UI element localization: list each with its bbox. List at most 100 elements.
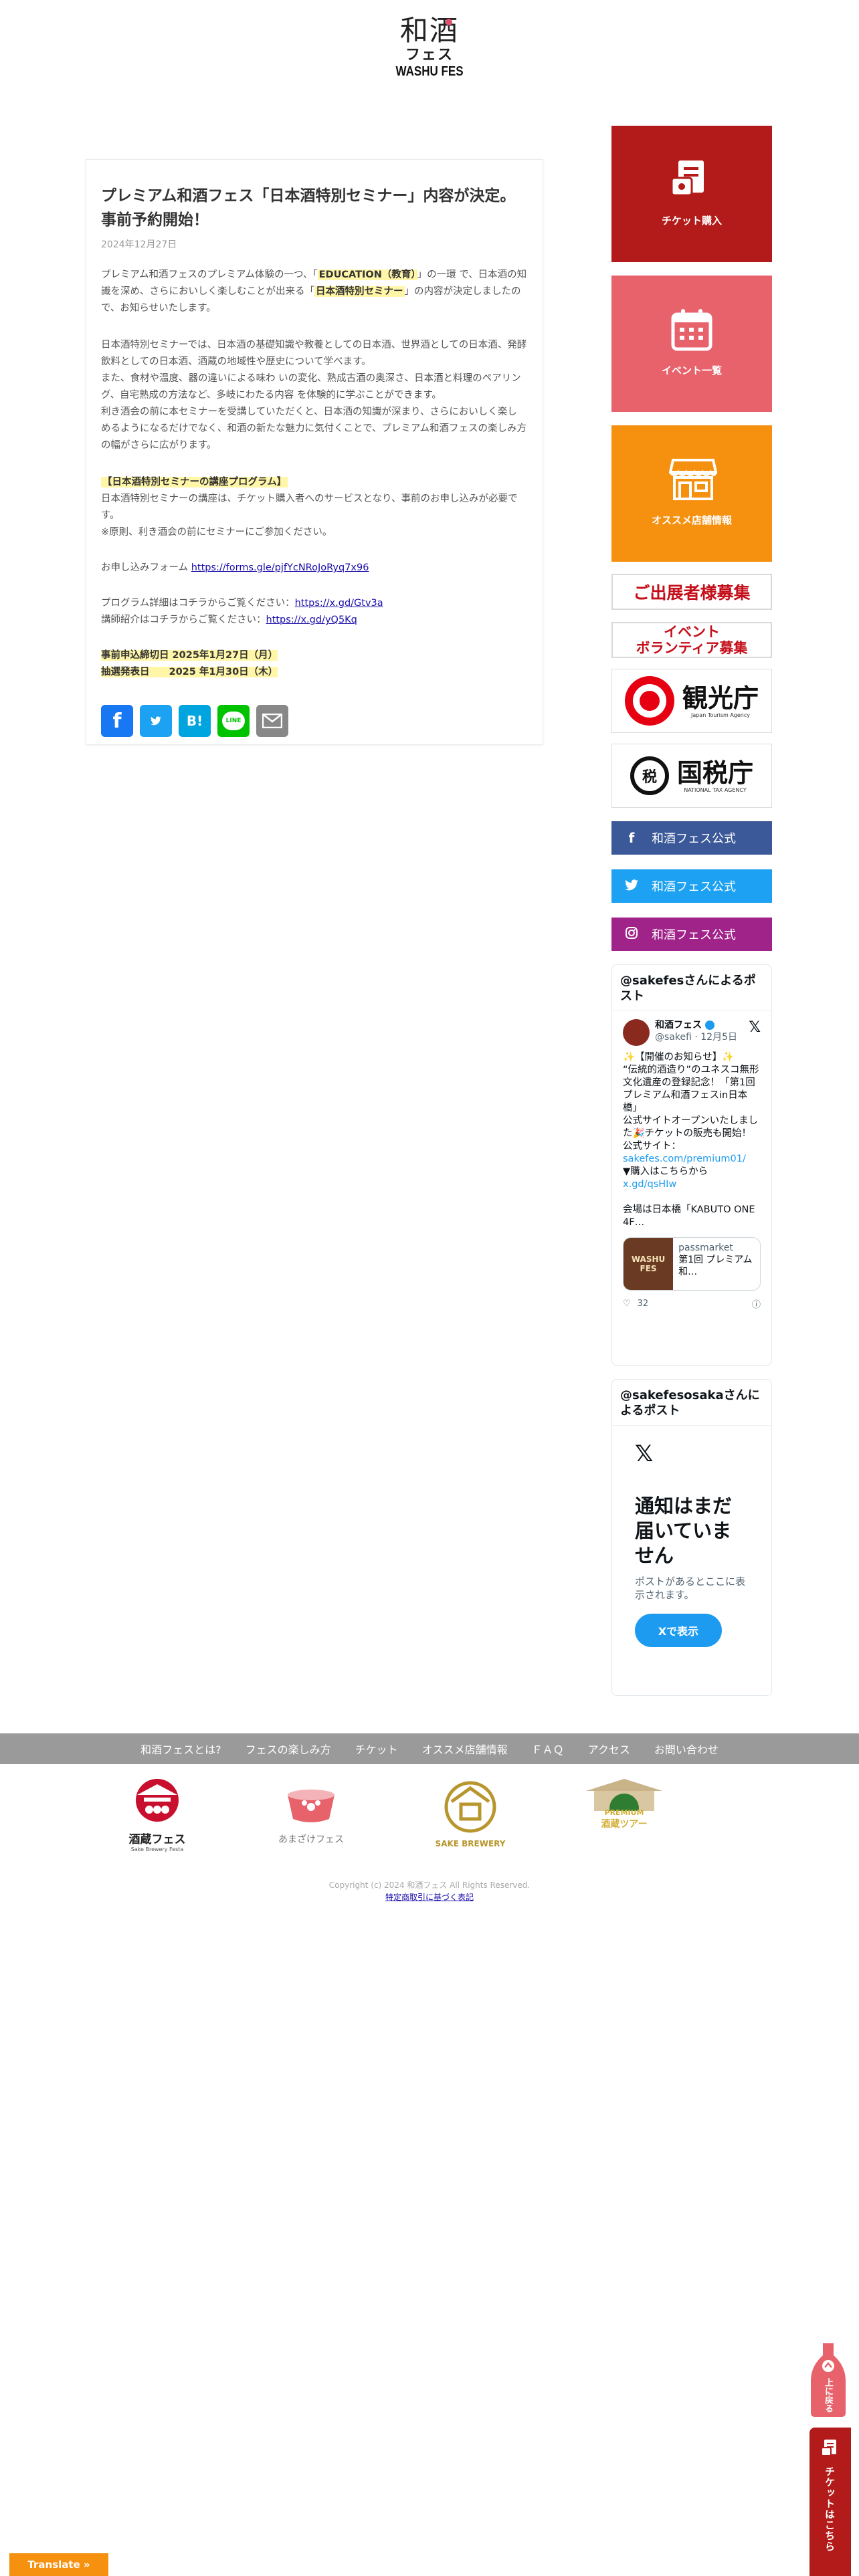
like-count: 32: [637, 1299, 649, 1309]
copyright-text: Copyright (c) 2024 和酒フェス All Rights Rese…: [328, 1881, 531, 1890]
logo-kanji: 和酒: [399, 14, 459, 47]
x-timeline-header: @sakefesさんによるポスト: [612, 965, 771, 1011]
brewery-roof-icon: [586, 1779, 662, 1823]
sakagura-fes-text: 酒蔵フェス: [128, 1833, 186, 1846]
footer-nav: 和酒フェスとは? フェスの楽しみ方 チケット オススメ店舗情報 ＦＡＱ アクセス…: [0, 1733, 859, 1764]
calendar-icon: [671, 309, 712, 351]
exhibitor-recruit-banner[interactable]: ご出展者様募集: [611, 574, 772, 610]
recommended-shops-label: オススメ店舗情報: [651, 514, 732, 526]
footer-nav-contact[interactable]: お問い合わせ: [654, 1741, 719, 1757]
facebook-share-button[interactable]: f: [101, 705, 133, 737]
seminar-description: 日本酒特別セミナーでは、日本酒の基礎知識や教養としての日本酒、世界酒としての日本…: [101, 340, 527, 451]
sakagura-tour-text: 酒蔵ツアー: [601, 1819, 648, 1830]
card-image: WASHU FES: [624, 1238, 674, 1290]
x-timeline-sakefesosaka[interactable]: @sakefesosakaさんによるポスト 𝕏 通知はまだ届いていません ポスト…: [611, 1379, 772, 1696]
x-timeline-sakefes[interactable]: @sakefesさんによるポスト 和酒フェス @sakefi · 12月5日 𝕏…: [611, 964, 772, 1366]
info-icon[interactable]: ⓘ: [752, 1297, 761, 1310]
sake-brewery-logo[interactable]: SAKE BREWERY: [427, 1778, 514, 1855]
program-detail-label: プログラム詳細はコチラからご覧ください：: [101, 598, 295, 609]
intro-paragraph: プレミアム和酒フェスのプレミアム体験の一つ、「 EDUCATION（教育） 」の一環…: [101, 267, 528, 317]
partner-logos: 酒蔵フェス Sake Brewery Festa あまざけフェス SAKE BR…: [0, 1778, 859, 1858]
program-heading: 【日本酒特別セミナーの講座プログラム】: [101, 477, 288, 488]
email-share-button[interactable]: [256, 705, 288, 737]
share-buttons: f B! LINE: [101, 705, 528, 737]
tax-agency-logo-icon: 税: [630, 756, 669, 795]
twitter-official-link[interactable]: 和酒フェス公式: [611, 869, 772, 903]
volunteer-recruit-text: イベント ボランティア募集: [636, 624, 748, 656]
tourism-agency-en: Japan Tourism Agency: [690, 712, 751, 718]
recommended-shops-button[interactable]: オススメ店舗情報: [611, 425, 772, 562]
view-on-x-button[interactable]: Xで表示: [635, 1614, 722, 1647]
line-share-button[interactable]: LINE: [217, 705, 250, 737]
twitter-icon: [611, 878, 652, 894]
tourism-agency-name: 観光庁: [682, 682, 759, 713]
sake-brewery-text: SAKE BREWERY: [435, 1839, 506, 1848]
commercial-law-link[interactable]: 特定商取引に基づく表記: [0, 1891, 859, 1903]
footer-nav-access[interactable]: アクセス: [588, 1741, 630, 1757]
copyright-area: Copyright (c) 2024 和酒フェス All Rights Rese…: [0, 1879, 859, 1903]
volunteer-line-1: イベント: [664, 624, 720, 640]
japan-tourism-agency-banner[interactable]: 観光庁 Japan Tourism Agency: [611, 669, 772, 733]
facebook-icon: f: [628, 830, 635, 846]
post-handle-date: @sakefi · 12月5日: [655, 1032, 737, 1043]
lecturer-link[interactable]: https://x.gd/yQ5Kq: [266, 615, 357, 625]
post-author-name[interactable]: 和酒フェス: [655, 1019, 737, 1031]
twitter-icon: [151, 716, 161, 726]
post-text-1: ✨【開催のお知らせ】✨ “伝統的酒造り”のユネスコ無形文化遺産の登録記念！「第1…: [623, 1052, 759, 1152]
amazake-fes-logo[interactable]: あまざけフェス: [268, 1778, 355, 1855]
floating-ticket-label: チケットはこちら: [824, 2466, 836, 2552]
facebook-official-link[interactable]: f 和酒フェス公式: [611, 821, 772, 855]
intro-text-1: プレミアム和酒フェスのプレミアム体験の一つ、「: [101, 270, 318, 280]
footer-nav-enjoy[interactable]: フェスの楽しみ方: [246, 1741, 331, 1757]
author-name-text: 和酒フェス: [655, 1020, 702, 1031]
twitter-share-button[interactable]: [140, 705, 172, 737]
form-link[interactable]: https://forms.gle/pjfYcNRoJoRyq7x96: [191, 562, 369, 573]
event-list-button[interactable]: イベント一覧: [611, 276, 772, 412]
program-line-2: ※原則、利き酒会の前にセミナーにご参加ください。: [101, 527, 332, 538]
post-link-site[interactable]: sakefes.com/premium01/: [623, 1154, 746, 1164]
ticket-purchase-label: チケット購入: [661, 215, 722, 227]
sakagura-fes-emblem-icon: [136, 1779, 179, 1822]
article-title: プレミアム和酒フェス「日本酒特別セミナー」内容が決定。事前予約開始！: [101, 187, 516, 229]
avatar[interactable]: [623, 1019, 650, 1046]
volunteer-recruit-banner[interactable]: イベント ボランティア募集: [611, 622, 772, 658]
x-post[interactable]: 和酒フェス @sakefi · 12月5日 𝕏 ✨【開催のお知らせ】✨ “伝統的…: [612, 1011, 771, 1318]
ticket-purchase-button[interactable]: チケット購入: [611, 126, 772, 262]
sakagura-fes-en: Sake Brewery Festa: [130, 1846, 184, 1852]
program-detail-link[interactable]: https://x.gd/Gtv3a: [295, 598, 383, 609]
article-card: プレミアム和酒フェス「日本酒特別セミナー」内容が決定。事前予約開始！ 2024年…: [86, 159, 543, 745]
education-highlight: EDUCATION（教育）: [317, 270, 417, 280]
facebook-official-label: 和酒フェス公式: [652, 832, 736, 846]
exhibitor-recruit-text: ご出展者様募集: [633, 583, 751, 603]
hatena-share-button[interactable]: B!: [179, 705, 211, 737]
lottery-text: 抽選発表日 2025 年1月30日（木）: [101, 667, 278, 677]
instagram-official-link[interactable]: 和酒フェス公式: [611, 918, 772, 951]
facebook-icon: f: [112, 709, 122, 733]
logo-dot: [446, 19, 452, 25]
national-tax-agency-banner[interactable]: 税 国税庁 NATIONAL TAX AGENCY: [611, 744, 772, 808]
twitter-official-label: 和酒フェス公式: [652, 880, 736, 894]
lecturer-label: 講師紹介はコチラからご覧ください：: [101, 615, 266, 625]
footer-nav-faq[interactable]: ＦＡＱ: [532, 1741, 564, 1757]
like-icon[interactable]: ♡: [623, 1299, 631, 1309]
premium-sakagura-tour-logo[interactable]: PREMIUM 酒蔵ツアー: [581, 1778, 668, 1855]
footer-nav-shops[interactable]: オススメ店舗情報: [422, 1741, 508, 1757]
back-to-top-button[interactable]: 上に戻る: [809, 2343, 847, 2417]
floating-ticket-button[interactable]: チケットはこちら: [809, 2428, 851, 2576]
x-logo-icon[interactable]: 𝕏: [749, 1019, 761, 1036]
post-text-3: 会場は日本橋「KABUTO ONE 4F…: [623, 1204, 755, 1228]
link-preview-card[interactable]: WASHU FES passmarket 第1回 プレミアム和…: [623, 1237, 761, 1291]
site-logo[interactable]: 和酒 フェス WASHU FES: [388, 15, 471, 82]
footer-nav-about[interactable]: 和酒フェスとは?: [140, 1741, 221, 1757]
post-actions: ♡ 32 ⓘ: [623, 1297, 761, 1310]
translate-button[interactable]: Translate »: [9, 2553, 108, 2576]
ticket-icon: [670, 160, 704, 197]
post-link-purchase[interactable]: x.gd/qsHIw: [623, 1179, 676, 1190]
sake-brewery-emblem-icon: [444, 1781, 496, 1833]
sakagura-fes-logo[interactable]: 酒蔵フェス Sake Brewery Festa: [114, 1778, 201, 1855]
program-paragraph: 【日本酒特別セミナーの講座プログラム】日本酒特別セミナーの講座は、チケット購入者…: [101, 474, 528, 541]
hatena-icon: B!: [186, 713, 203, 729]
program-line-1: 日本酒特別セミナーの講座は、チケット購入者へのサービスとなり、事前のお申し込みが…: [101, 494, 518, 521]
details-paragraph: プログラム詳細はコチラからご覧ください：https://x.gd/Gtv3a 講師…: [101, 595, 528, 629]
footer-nav-ticket[interactable]: チケット: [355, 1741, 398, 1757]
